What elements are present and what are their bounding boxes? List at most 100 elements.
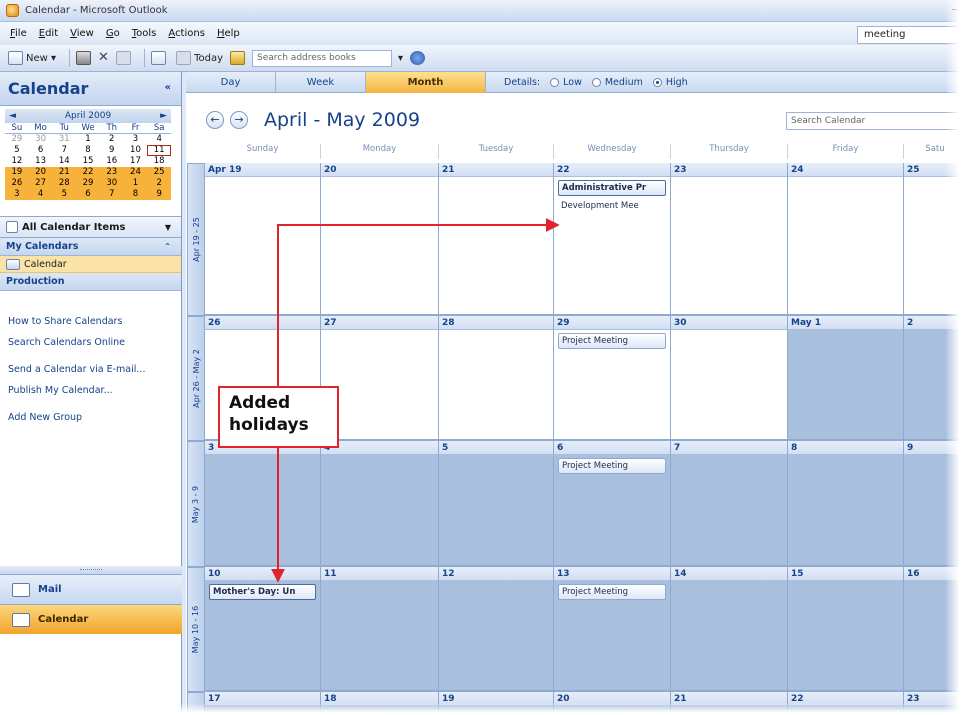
address-book-button[interactable] [230, 51, 246, 65]
day-cell[interactable]: 6 Project Meeting [554, 441, 671, 567]
day-cell[interactable]: 30 [671, 316, 788, 441]
all-calendar-items-dropdown[interactable]: All Calendar Items ▼ [0, 216, 181, 238]
new-button[interactable]: New ▾ [8, 51, 56, 65]
mini-day[interactable]: 25 [147, 167, 171, 178]
print-button[interactable] [76, 51, 92, 65]
day-cell[interactable]: 8 [788, 441, 904, 567]
collapse-group-icon[interactable]: ⌃ [164, 242, 171, 251]
day-cell[interactable]: 23 [671, 163, 788, 316]
production-group[interactable]: Production [0, 273, 181, 291]
mini-day[interactable]: 5 [52, 189, 76, 200]
menu-actions[interactable]: Actions [168, 28, 205, 39]
appointment[interactable]: Administrative Pr [558, 180, 666, 196]
mini-day[interactable]: 29 [76, 178, 100, 189]
publish-calendar-link[interactable]: Publish My Calendar... [8, 380, 181, 401]
day-cell[interactable]: Apr 19 [205, 163, 321, 316]
mini-day[interactable]: 7 [100, 189, 124, 200]
day-cell[interactable]: 29 Project Meeting [554, 316, 671, 441]
mini-day[interactable]: 5 [5, 145, 29, 156]
mini-day[interactable]: 8 [76, 145, 100, 156]
mini-day[interactable]: 14 [52, 156, 76, 167]
details-low-radio[interactable] [550, 77, 560, 87]
mini-day[interactable]: 8 [124, 189, 148, 200]
address-book-search-input[interactable]: Search address books [252, 49, 393, 67]
mini-day[interactable]: 31 [52, 134, 76, 145]
mini-day[interactable]: 17 [124, 156, 148, 167]
mini-day[interactable]: 13 [29, 156, 53, 167]
address-search-dropdown[interactable]: ▾ [398, 53, 403, 64]
day-cell[interactable]: 14 [671, 567, 788, 692]
week-label[interactable]: Apr 19 - 25 [187, 163, 205, 316]
day-cell[interactable]: 4 [321, 441, 439, 567]
calendar-folder-item[interactable]: Calendar [0, 256, 181, 273]
day-cell[interactable]: 20 [321, 163, 439, 316]
day-cell[interactable]: 13 Project Meeting [554, 567, 671, 692]
holiday-appointment[interactable]: Mother's Day: Un [209, 584, 316, 600]
mini-day[interactable]: 4 [147, 134, 171, 145]
help-button[interactable] [410, 51, 426, 65]
calendar-view-button[interactable] [150, 51, 169, 65]
day-cell[interactable]: 21 [439, 163, 554, 316]
menu-edit[interactable]: Edit [39, 28, 58, 39]
appointment[interactable]: Development Mee [558, 199, 666, 215]
mini-day[interactable]: 6 [76, 189, 100, 200]
day-cell[interactable]: 15 [788, 567, 904, 692]
mini-day[interactable]: 1 [76, 134, 100, 145]
mini-day[interactable]: 19 [5, 167, 29, 178]
mini-day[interactable]: 26 [5, 178, 29, 189]
tab-week[interactable]: Week [276, 71, 366, 93]
mini-day[interactable]: 4 [29, 189, 53, 200]
week-label[interactable]: May 10 - 16 [187, 567, 205, 692]
mini-day[interactable]: 3 [124, 134, 148, 145]
menu-view[interactable]: View [70, 28, 94, 39]
search-calendar-input[interactable]: Search Calendar [786, 112, 967, 130]
day-cell[interactable]: 12 [439, 567, 554, 692]
mini-day[interactable]: 22 [76, 167, 100, 178]
add-new-group-link[interactable]: Add New Group [8, 407, 181, 428]
mini-day[interactable]: 10 [124, 145, 148, 156]
forward-arrow-icon[interactable]: → [230, 111, 248, 129]
back-arrow-icon[interactable]: ← [206, 111, 224, 129]
delete-button[interactable]: ✕ [98, 51, 109, 65]
mail-nav-button[interactable]: Mail [0, 574, 182, 604]
details-medium-radio[interactable] [591, 77, 601, 87]
mini-day[interactable]: 3 [5, 189, 29, 200]
tab-day[interactable]: Day [186, 71, 276, 93]
mini-day[interactable]: 16 [100, 156, 124, 167]
calendar-nav-button[interactable]: Calendar [0, 604, 182, 634]
mini-day[interactable]: 23 [100, 167, 124, 178]
mini-day[interactable]: 7 [52, 145, 76, 156]
mini-day[interactable]: 9 [100, 145, 124, 156]
day-cell[interactable]: 7 [671, 441, 788, 567]
appointment[interactable]: Project Meeting [558, 458, 666, 474]
day-cell[interactable]: May 1 [788, 316, 904, 441]
mini-day[interactable]: 2 [147, 178, 171, 189]
mini-day[interactable]: 30 [100, 178, 124, 189]
mini-day[interactable]: 9 [147, 189, 171, 200]
day-cell[interactable]: 28 [439, 316, 554, 441]
day-cell[interactable]: 24 [788, 163, 904, 316]
day-cell[interactable]: 10 Mother's Day: Un [205, 567, 321, 692]
day-cell[interactable]: 22 Administrative Pr Development Mee [554, 163, 671, 316]
prev-month-icon[interactable]: ◄ [9, 111, 16, 121]
details-high-radio[interactable] [652, 77, 662, 87]
send-calendar-link[interactable]: Send a Calendar via E-mail... [8, 359, 181, 380]
tab-month[interactable]: Month [366, 71, 486, 93]
appointment[interactable]: Project Meeting [558, 584, 666, 600]
mini-day[interactable]: 21 [52, 167, 76, 178]
week-label[interactable]: Apr 26 - May 2 [187, 316, 205, 441]
mini-day[interactable]: 20 [29, 167, 53, 178]
collapse-pane-icon[interactable]: « [165, 82, 171, 93]
day-cell[interactable]: 11 [321, 567, 439, 692]
mini-day[interactable]: 12 [5, 156, 29, 167]
menu-help[interactable]: Help [217, 28, 240, 39]
search-calendars-online-link[interactable]: Search Calendars Online [8, 332, 181, 353]
appointment[interactable]: Project Meeting [558, 333, 666, 349]
my-calendars-group[interactable]: My Calendars ⌃ [0, 238, 181, 256]
mini-day-today[interactable]: 11 [147, 145, 172, 156]
mini-day[interactable]: 30 [29, 134, 53, 145]
menu-file[interactable]: File [10, 28, 27, 39]
mini-day[interactable]: 18 [147, 156, 171, 167]
mini-day[interactable]: 29 [5, 134, 29, 145]
mini-day[interactable]: 24 [124, 167, 148, 178]
